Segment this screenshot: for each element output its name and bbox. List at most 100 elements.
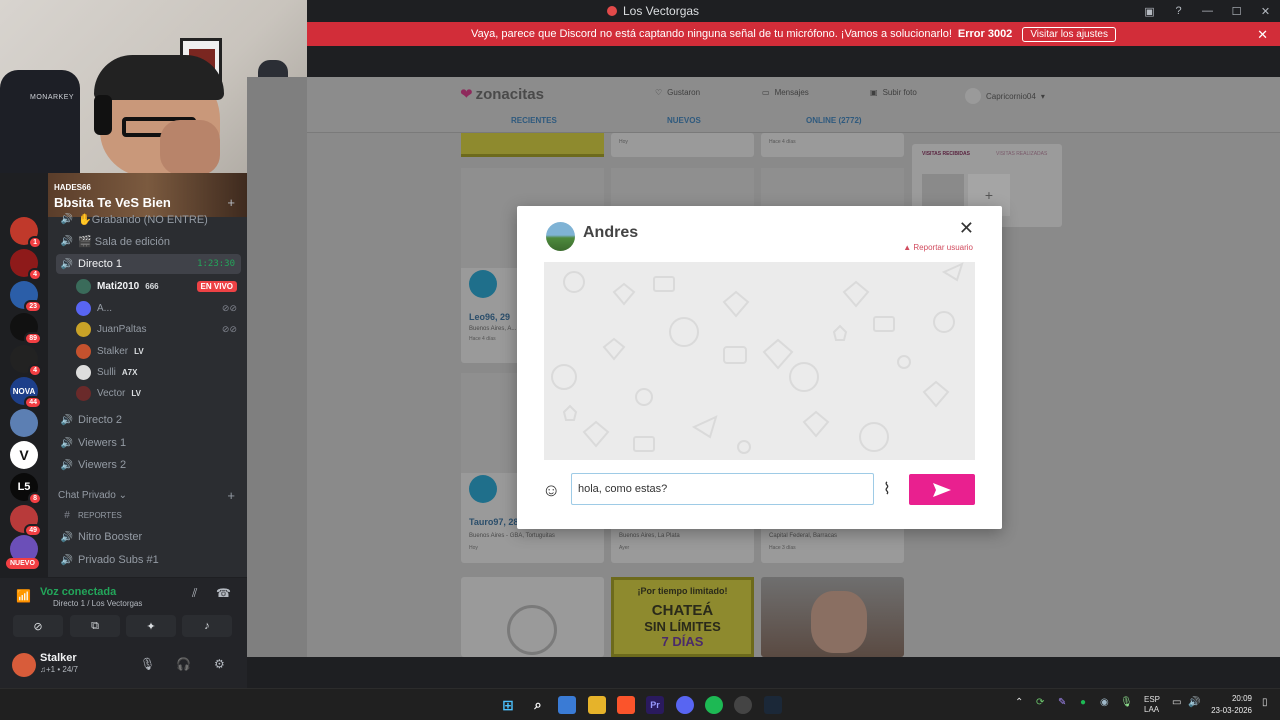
server-icon[interactable]: 23 (10, 281, 42, 313)
tab-nuevos[interactable]: NUEVOS (667, 116, 701, 125)
voice-user[interactable]: Stalker LV (76, 341, 241, 361)
visit-settings-button[interactable]: Visitar los ajustes (1022, 26, 1116, 42)
nav-gustaron[interactable]: ♡ Gustaron (655, 88, 700, 97)
promo-line2: CHATEÁ (651, 602, 714, 619)
close-button[interactable]: ✕ (1251, 0, 1280, 22)
discord-icon[interactable] (676, 696, 694, 714)
voice-channel[interactable]: 🔊 🎬 Sala de edición (56, 231, 241, 251)
nav-profile[interactable]: Capricornio04 ▾ (965, 88, 1045, 104)
inbox-icon[interactable]: ▣ (1135, 0, 1164, 22)
search-icon[interactable]: ⌕ (529, 696, 547, 714)
tray-app-icon[interactable]: ⟳ (1036, 697, 1044, 708)
server-icon[interactable]: 89 (10, 313, 42, 345)
text-channel[interactable]: # REPORTES (56, 505, 241, 525)
tab-visitas-realizadas[interactable]: VISITAS REALIZADAS (996, 151, 1047, 157)
voice-channel-active[interactable]: 🔊 Directo 1 1:23:30 (56, 254, 241, 274)
chevron-up-icon[interactable]: ⌃ (1015, 697, 1023, 708)
voice-channel[interactable]: 🔊 Viewers 1 (56, 433, 241, 453)
headphones-icon[interactable]: 🎧 (176, 657, 191, 671)
voice-user[interactable]: JuanPaltas ⊘⊘ (76, 319, 241, 339)
profile-card[interactable]: Hoy (611, 133, 754, 157)
add-channel-icon[interactable]: + (227, 488, 235, 503)
promo-card-top[interactable] (461, 133, 604, 157)
voice-user[interactable]: A... ⊘⊘ (76, 298, 241, 318)
spotify-icon[interactable] (705, 696, 723, 714)
disconnect-icon[interactable]: ☎ (216, 586, 231, 600)
obs-icon[interactable] (734, 696, 752, 714)
server-icon[interactable]: L5 8 (10, 473, 42, 505)
voice-user[interactable]: Vector LV (76, 383, 241, 403)
send-button[interactable] (909, 474, 975, 505)
muted-icon: ⊘⊘ (221, 323, 237, 334)
tab-online[interactable]: ONLINE (2772) (806, 116, 862, 125)
premiere-icon[interactable]: Pr (646, 696, 664, 714)
notification-icon[interactable]: ▯ (1262, 697, 1268, 708)
server-icon[interactable]: 4 (10, 345, 42, 377)
gear-icon[interactable]: ⚙ (214, 657, 225, 671)
tab-recientes[interactable]: RECIENTES (511, 116, 557, 125)
site-brand[interactable]: ❤ zonacitas (460, 85, 544, 104)
photo-icon: ▣ (870, 88, 878, 97)
profile-card[interactable] (461, 577, 604, 657)
server-icon[interactable]: 4 (10, 249, 42, 281)
nav-subir-foto[interactable]: ▣ Subir foto (870, 88, 917, 97)
message-input[interactable] (571, 473, 874, 505)
voice-channel[interactable]: 🔊 Nitro Booster (56, 527, 241, 547)
speaker-icon: 🔊 (60, 414, 74, 426)
steam-icon[interactable] (764, 696, 782, 714)
server-icon[interactable]: NOVA 44 (10, 377, 42, 409)
voice-channel[interactable]: 🔊 Directo 2 (56, 410, 241, 430)
windows-start-icon[interactable]: ⊞ (499, 696, 517, 714)
tray-steam-icon[interactable]: ◉ (1100, 697, 1109, 708)
close-icon[interactable]: ✕ (959, 218, 974, 239)
microphone-icon[interactable]: 🎙 (140, 657, 155, 671)
chat-icon[interactable] (469, 270, 497, 298)
category-chat-privado[interactable]: Chat Privado ⌄ (58, 490, 127, 501)
voice-user-name: Vector (97, 387, 126, 399)
avatar[interactable] (546, 222, 575, 251)
network-icon[interactable]: ▭ (1172, 697, 1181, 708)
activities-button[interactable]: ✦ (126, 615, 176, 637)
avatar[interactable] (12, 653, 36, 677)
invite-icon[interactable]: + (227, 195, 235, 210)
server-icon[interactable] (10, 409, 38, 437)
soundboard-button[interactable]: ♪ (182, 615, 232, 637)
widgets-icon[interactable] (558, 696, 576, 714)
profile-card-photo[interactable] (761, 577, 904, 657)
speaker-icon: 🔊 (60, 459, 74, 471)
channel-name: REPORTES (78, 510, 122, 520)
voice-channel[interactable]: 🔊 Viewers 2 (56, 455, 241, 475)
report-user-link[interactable]: ▲ Reportar usuario (903, 243, 973, 252)
server-icon[interactable]: 1 (10, 217, 42, 249)
tray-mic-icon[interactable]: 🎙 (1120, 697, 1133, 708)
camera-off-button[interactable]: ⊘ (13, 615, 63, 637)
emoji-icon[interactable]: ☺ (542, 480, 560, 501)
volume-icon[interactable]: 🔊 (1188, 697, 1200, 708)
promo-card[interactable]: ¡Por tiempo limitado! CHATEÁ SIN LÍMITES… (611, 577, 754, 657)
notice-close-icon[interactable]: ✕ (1257, 27, 1268, 43)
minimize-button[interactable]: — (1193, 0, 1222, 22)
voice-location[interactable]: Directo 1 / Los Vectorgas (53, 599, 142, 608)
voice-user[interactable]: Sulli A7X (76, 362, 241, 382)
tray-pen-icon[interactable]: ✎ (1058, 697, 1066, 708)
voice-user[interactable]: Mati2010 666 EN VIVO (76, 276, 241, 296)
file-explorer-icon[interactable] (588, 696, 606, 714)
help-icon[interactable]: ? (1164, 0, 1193, 22)
chat-icon[interactable] (469, 475, 497, 503)
server-icon[interactable]: V (10, 441, 38, 469)
maximize-button[interactable]: ☐ (1222, 0, 1251, 22)
tab-visitas-recibidas[interactable]: VISITAS RECIBIDAS (922, 151, 970, 157)
server-icon[interactable]: 49 (10, 505, 42, 537)
nav-mensajes[interactable]: ▭ Mensajes (762, 88, 809, 97)
voice-connection-panel: 📶 Voz conectada Directo 1 / Los Vectorga… (0, 577, 247, 645)
profile-card[interactable]: Hace 4 días (761, 133, 904, 157)
clock[interactable]: 20:09 23-03-2026 (1211, 693, 1252, 717)
attach-icon[interactable]: ⌇ (883, 479, 891, 499)
noise-suppression-icon[interactable]: ⫽ (192, 586, 197, 601)
language-indicator[interactable]: ESP LAA (1144, 695, 1160, 715)
voice-channel[interactable]: 🔊 ✋Grabando (NO ENTRE) (56, 209, 241, 229)
brave-icon[interactable] (617, 696, 635, 714)
tray-spotify-icon[interactable]: ● (1080, 697, 1086, 708)
screen-share-button[interactable]: ⧉ (70, 615, 120, 637)
voice-channel[interactable]: 🔊 Privado Subs #1 (56, 550, 241, 570)
